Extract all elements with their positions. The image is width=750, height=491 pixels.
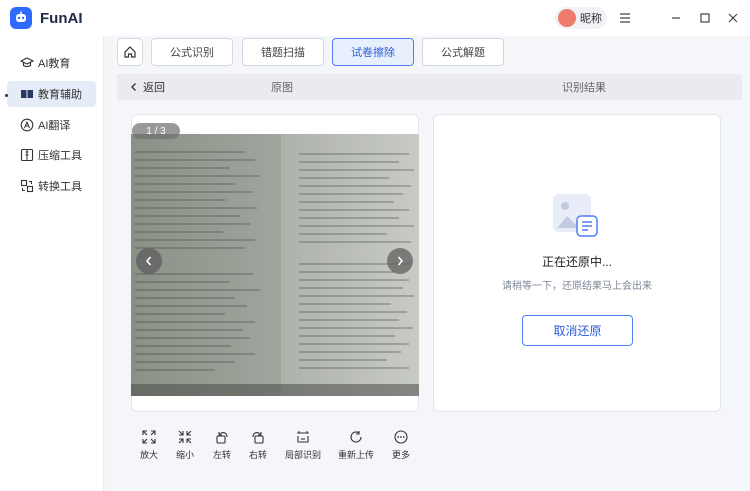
maximize-icon[interactable] bbox=[695, 8, 715, 28]
tool-label: 左转 bbox=[212, 450, 231, 460]
home-button[interactable] bbox=[117, 38, 143, 66]
chevron-left-icon bbox=[145, 256, 152, 266]
zoom-out-button[interactable]: 缩小 bbox=[168, 428, 202, 461]
translate-icon bbox=[20, 118, 34, 132]
sidebar-item-label: AI翻译 bbox=[38, 120, 71, 132]
rotate-right-button[interactable]: 右转 bbox=[241, 428, 275, 461]
tab-formula-solve[interactable]: 公式解题 bbox=[422, 38, 504, 66]
rotate-left-button[interactable]: 左转 bbox=[205, 428, 239, 461]
tool-label: 局部识别 bbox=[284, 450, 321, 460]
image-placeholder-icon bbox=[553, 194, 599, 241]
avatar bbox=[558, 9, 576, 27]
title-bar: FunAI 昵称 bbox=[0, 0, 750, 36]
user-menu[interactable]: 昵称 bbox=[555, 7, 607, 29]
rotate-right-icon bbox=[241, 428, 275, 446]
zoom-in-button[interactable]: 放大 bbox=[132, 428, 166, 461]
app-logo-icon bbox=[10, 7, 32, 29]
prev-page-button[interactable] bbox=[136, 248, 162, 274]
tool-label: 缩小 bbox=[175, 450, 194, 460]
sidebar-item-label: AI教育 bbox=[38, 58, 71, 70]
chevron-left-icon bbox=[131, 83, 136, 91]
original-label: 原图 bbox=[271, 82, 293, 94]
shrink-icon bbox=[168, 428, 202, 446]
rotate-left-icon bbox=[205, 428, 239, 446]
tool-label: 放大 bbox=[139, 450, 158, 460]
expand-icon bbox=[132, 428, 166, 446]
tool-label: 更多 bbox=[391, 450, 410, 460]
chevron-right-icon bbox=[397, 256, 404, 266]
sidebar-item-education-assist[interactable]: 教育辅助 bbox=[7, 81, 96, 107]
sidebar: AI教育 教育辅助 AI翻译 压缩工具 转换工具 bbox=[0, 36, 104, 491]
menu-icon[interactable] bbox=[615, 8, 635, 28]
tab-formula-recognition[interactable]: 公式识别 bbox=[151, 38, 233, 66]
compress-icon bbox=[20, 148, 34, 162]
sidebar-item-convert-tool[interactable]: 转换工具 bbox=[7, 173, 96, 199]
minimize-icon[interactable] bbox=[666, 8, 686, 28]
sidebar-item-label: 转换工具 bbox=[38, 181, 82, 193]
tab-wrong-question-scan[interactable]: 错题扫描 bbox=[242, 38, 324, 66]
home-icon bbox=[124, 46, 136, 58]
reload-icon bbox=[334, 428, 378, 446]
sidebar-item-ai-education[interactable]: AI教育 bbox=[7, 50, 96, 76]
convert-icon bbox=[20, 179, 34, 193]
user-nickname: 昵称 bbox=[580, 13, 602, 25]
more-icon bbox=[384, 428, 418, 446]
sub-header: 返回 原图 识别结果 bbox=[117, 74, 742, 100]
sidebar-item-ai-translate[interactable]: AI翻译 bbox=[7, 112, 96, 138]
graduation-cap-icon bbox=[20, 56, 34, 70]
tab-paper-erase[interactable]: 试卷擦除 bbox=[332, 38, 414, 66]
close-icon[interactable] bbox=[723, 8, 743, 28]
app-name: FunAI bbox=[40, 9, 83, 27]
next-page-button[interactable] bbox=[387, 248, 413, 274]
active-indicator bbox=[5, 94, 8, 97]
page-indicator: 1 / 3 bbox=[132, 123, 180, 139]
cancel-restore-button[interactable]: 取消还原 bbox=[522, 315, 633, 346]
sidebar-item-label: 教育辅助 bbox=[38, 89, 82, 101]
exam-paper-photo[interactable] bbox=[131, 134, 419, 396]
crop-icon bbox=[283, 428, 323, 446]
sidebar-item-compress-tool[interactable]: 压缩工具 bbox=[7, 142, 96, 168]
result-label: 识别结果 bbox=[562, 82, 606, 94]
tool-label: 重新上传 bbox=[337, 450, 374, 460]
tool-label: 右转 bbox=[248, 450, 267, 460]
more-button[interactable]: 更多 bbox=[384, 428, 418, 461]
open-book-icon bbox=[20, 87, 34, 101]
partial-recognition-button[interactable]: 局部识别 bbox=[283, 428, 323, 461]
status-subtitle: 请稍等一下，还原结果马上会出来 bbox=[502, 281, 652, 292]
back-button[interactable]: 返回 bbox=[129, 79, 165, 95]
back-label: 返回 bbox=[143, 82, 165, 94]
status-title: 正在还原中... bbox=[541, 255, 612, 269]
sidebar-item-label: 压缩工具 bbox=[38, 150, 82, 162]
reupload-button[interactable]: 重新上传 bbox=[334, 428, 378, 461]
